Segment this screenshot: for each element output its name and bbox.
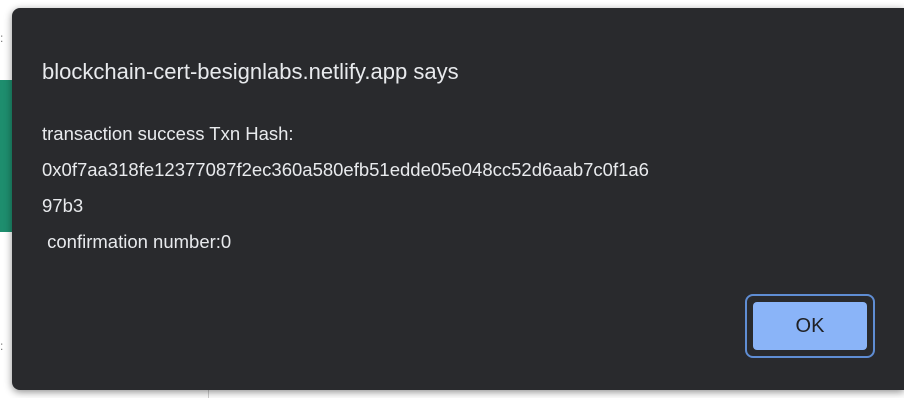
ok-button-focus-ring: OK xyxy=(745,294,875,358)
background-accent-strip xyxy=(0,80,12,232)
message-line-status: transaction success Txn Hash: xyxy=(42,123,294,144)
dialog-title: blockchain-cert-besignlabs.netlify.app s… xyxy=(42,59,459,84)
message-line-confirmation: confirmation number:0 xyxy=(42,231,232,252)
alert-dialog: blockchain-cert-besignlabs.netlify.app s… xyxy=(12,8,904,390)
message-line-hash-continued: 97b3 xyxy=(42,195,84,216)
background-edge-mark: : xyxy=(0,339,4,353)
background-edge-mark: : xyxy=(0,31,4,45)
dialog-message: transaction success Txn Hash: 0x0f7aa318… xyxy=(42,116,882,260)
ok-button[interactable]: OK xyxy=(753,302,867,350)
message-line-hash: 0x0f7aa318fe12377087f2ec360a580efb51edde… xyxy=(42,159,649,180)
